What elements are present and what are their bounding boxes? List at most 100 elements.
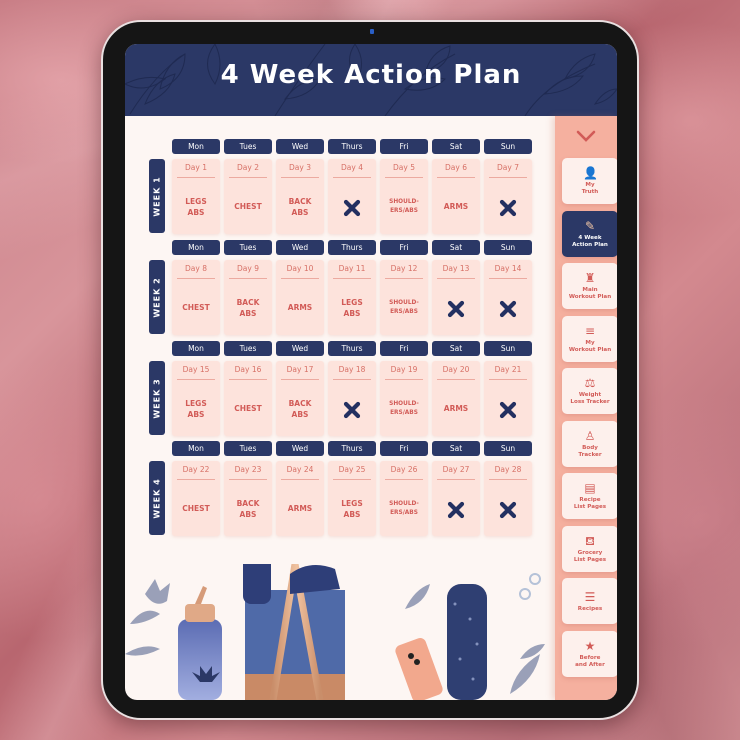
recipe-book-icon: ▤: [584, 481, 596, 496]
sidebar-item-grocery-list-pages[interactable]: ⛾ Grocery List Pages: [562, 525, 617, 572]
rest-day-x-icon: [499, 401, 517, 419]
planner-screen: 4 Week Action Plan WEEK 1 Mon Tues Wed Thurs…: [125, 44, 617, 700]
day-header: Sun: [484, 441, 532, 456]
workout-label: CHEST: [182, 303, 210, 312]
sidebar-item-body-tracker[interactable]: ♙ Body Tracker: [562, 420, 617, 467]
day-header: Sat: [432, 441, 480, 456]
rest-day-x-icon: [447, 300, 465, 318]
sidebar-item-4-week-action-plan[interactable]: ✎ 4 Week Action Plan: [562, 210, 617, 257]
divider: [489, 479, 527, 480]
divider: [385, 479, 423, 480]
day-cell[interactable]: Day 9 BACK ABS: [224, 260, 272, 335]
day-cell[interactable]: Day 26 SHOULD- ERS/ABS: [380, 461, 428, 536]
day-header: Fri: [380, 341, 428, 356]
day-cell[interactable]: Day 20 ARMS: [432, 361, 480, 436]
day-number: Day 11: [338, 264, 366, 273]
divider: [489, 379, 527, 380]
workout-label: CHEST: [182, 504, 210, 513]
divider: [281, 379, 319, 380]
day-header: Wed: [276, 139, 324, 154]
day-header: Sun: [484, 240, 532, 255]
day-number: Day 27: [442, 465, 470, 474]
workout-label: ARMS: [443, 202, 469, 211]
body-icon: ♙: [584, 428, 596, 443]
day-cell[interactable]: Day 10 ARMS: [276, 260, 324, 335]
day-header: Mon: [172, 139, 220, 154]
day-cell[interactable]: Day 23 BACK ABS: [224, 461, 272, 536]
day-number: Day 17: [286, 365, 314, 374]
day-header: Wed: [276, 441, 324, 456]
day-cell[interactable]: Day 25 LEGS ABS: [328, 461, 376, 536]
sidebar-item-label: Body Tracker: [578, 444, 602, 458]
day-cell[interactable]: Day 16 CHEST: [224, 361, 272, 436]
day-cell[interactable]: Day 18: [328, 361, 376, 436]
divider: [437, 479, 475, 480]
divider: [385, 177, 423, 178]
day-cell[interactable]: Day 24 ARMS: [276, 461, 324, 536]
workout-label: SHOULD- ERS/ABS: [389, 500, 419, 516]
tote-bag-icon: [243, 564, 345, 700]
workout-label: LEGS ABS: [341, 297, 363, 318]
day-cell[interactable]: Day 7: [484, 159, 532, 234]
day-cell[interactable]: Day 21: [484, 361, 532, 436]
divider: [177, 379, 215, 380]
workout-label: BACK ABS: [236, 297, 260, 318]
sidebar-item-before-and-after[interactable]: ★ Before and After: [562, 630, 617, 677]
chevron-down-icon[interactable]: [575, 128, 597, 144]
day-cell[interactable]: Day 3 BACK ABS: [276, 159, 324, 234]
workout-label: ARMS: [443, 404, 469, 413]
day-number: Day 13: [442, 264, 470, 273]
rest-day-x-icon: [499, 501, 517, 519]
day-cell[interactable]: Day 1 LEGS ABS: [172, 159, 220, 234]
day-header: Sat: [432, 240, 480, 255]
sidebar-item-main-workout-plan[interactable]: ♜ Main Workout Plan: [562, 263, 617, 309]
day-cell[interactable]: Day 28: [484, 461, 532, 536]
divider: [281, 177, 319, 178]
day-cell[interactable]: Day 5 SHOULD- ERS/ABS: [380, 159, 428, 234]
day-cell[interactable]: Day 19 SHOULD- ERS/ABS: [380, 361, 428, 436]
grocery-basket-icon: ⛾: [585, 533, 595, 548]
week-label: WEEK 2: [149, 260, 165, 334]
sidebar-item-my-workout-plan[interactable]: ≡ My Workout Plan: [562, 315, 617, 362]
page-header: 4 Week Action Plan: [125, 44, 617, 116]
day-cell[interactable]: Day 14: [484, 260, 532, 335]
week-label: WEEK 1: [149, 159, 165, 233]
day-header: Mon: [172, 341, 220, 356]
divider: [489, 278, 527, 279]
sidebar-item-weight-loss-tracker[interactable]: ⚖ Weight Loss Tracker: [562, 368, 617, 414]
workout-label: ARMS: [287, 303, 313, 312]
sidebar-item-label: Recipe List Pages: [573, 497, 607, 510]
divider: [229, 177, 267, 178]
day-cell[interactable]: Day 27: [432, 461, 480, 536]
day-cell[interactable]: Day 22 CHEST: [172, 461, 220, 536]
day-cell[interactable]: Day 12 SHOULD- ERS/ABS: [380, 260, 428, 335]
sidebar-item-recipes[interactable]: ☰ Recipes: [562, 578, 617, 624]
day-number: Day 24: [286, 465, 314, 474]
rest-day-x-icon: [343, 199, 361, 217]
divider: [437, 278, 475, 279]
workout-label: SHOULD- ERS/ABS: [389, 400, 419, 416]
day-header: Tues: [224, 441, 272, 456]
day-header: Tues: [224, 240, 272, 255]
page-title: 4 Week Action Plan: [220, 60, 522, 90]
day-cell[interactable]: Day 6 ARMS: [432, 159, 480, 234]
day-header: Tues: [224, 341, 272, 356]
day-cell[interactable]: Day 15 LEGS ABS: [172, 361, 220, 436]
workout-label: BACK ABS: [288, 196, 312, 217]
rest-day-x-icon: [343, 401, 361, 419]
day-number: Day 1: [185, 163, 207, 172]
day-cell[interactable]: Day 2 CHEST: [224, 159, 272, 234]
phone-icon: [395, 638, 443, 700]
day-number: Day 12: [390, 264, 418, 273]
day-cell[interactable]: Day 13: [432, 260, 480, 335]
sidebar-item-my-truth[interactable]: 👤 My Truth: [562, 158, 617, 204]
day-cell[interactable]: Day 17 BACK ABS: [276, 361, 324, 436]
divider: [489, 177, 527, 178]
sidebar-item-recipe-list-pages[interactable]: ▤ Recipe List Pages: [562, 473, 617, 519]
day-cell[interactable]: Day 11 LEGS ABS: [328, 260, 376, 335]
day-header: Wed: [276, 240, 324, 255]
sidebar-item-label: Before and After: [575, 654, 605, 668]
day-cell[interactable]: Day 8 CHEST: [172, 260, 220, 335]
day-cell[interactable]: Day 4: [328, 159, 376, 234]
workout-label: LEGS ABS: [185, 196, 207, 217]
